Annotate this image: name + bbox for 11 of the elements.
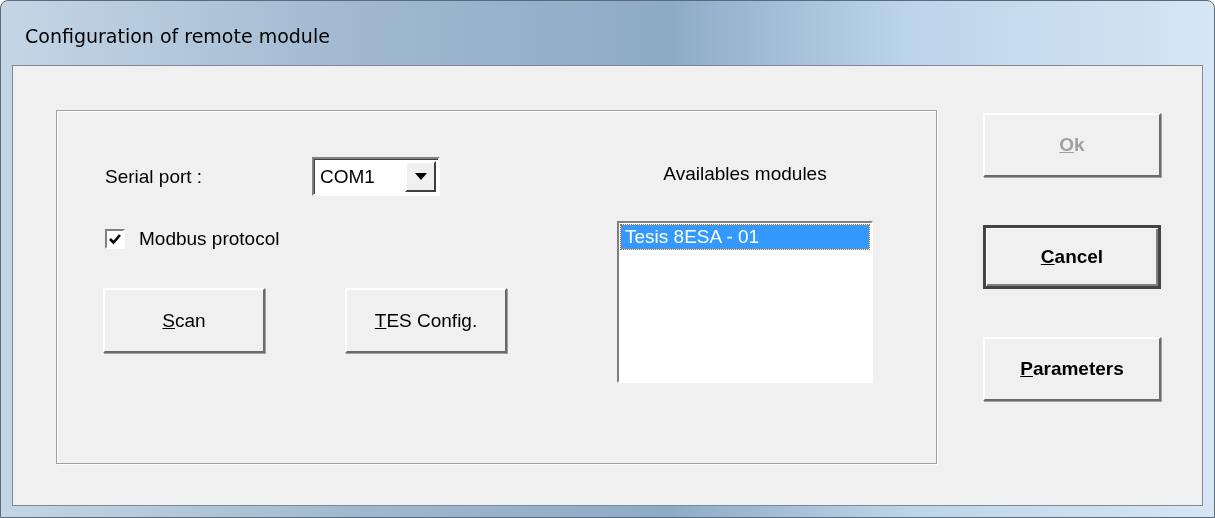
serial-port-dropdown[interactable]: COM1 — [312, 157, 440, 196]
field-label: Serial port : — [105, 165, 204, 188]
config-button[interactable]: TES Config. — [345, 288, 507, 353]
list-heading: Availables modules — [663, 163, 827, 185]
check-icon — [108, 232, 122, 246]
checkbox-label[interactable]: Modbus protocol — [139, 228, 280, 250]
window-title: Configuration of remote module — [25, 25, 330, 47]
cancel-button[interactable]: Cancel — [983, 225, 1161, 289]
scan-button[interactable]: Scan — [103, 288, 265, 353]
parameters-button[interactable]: Parameters — [983, 337, 1161, 401]
checkbox[interactable] — [105, 229, 125, 249]
